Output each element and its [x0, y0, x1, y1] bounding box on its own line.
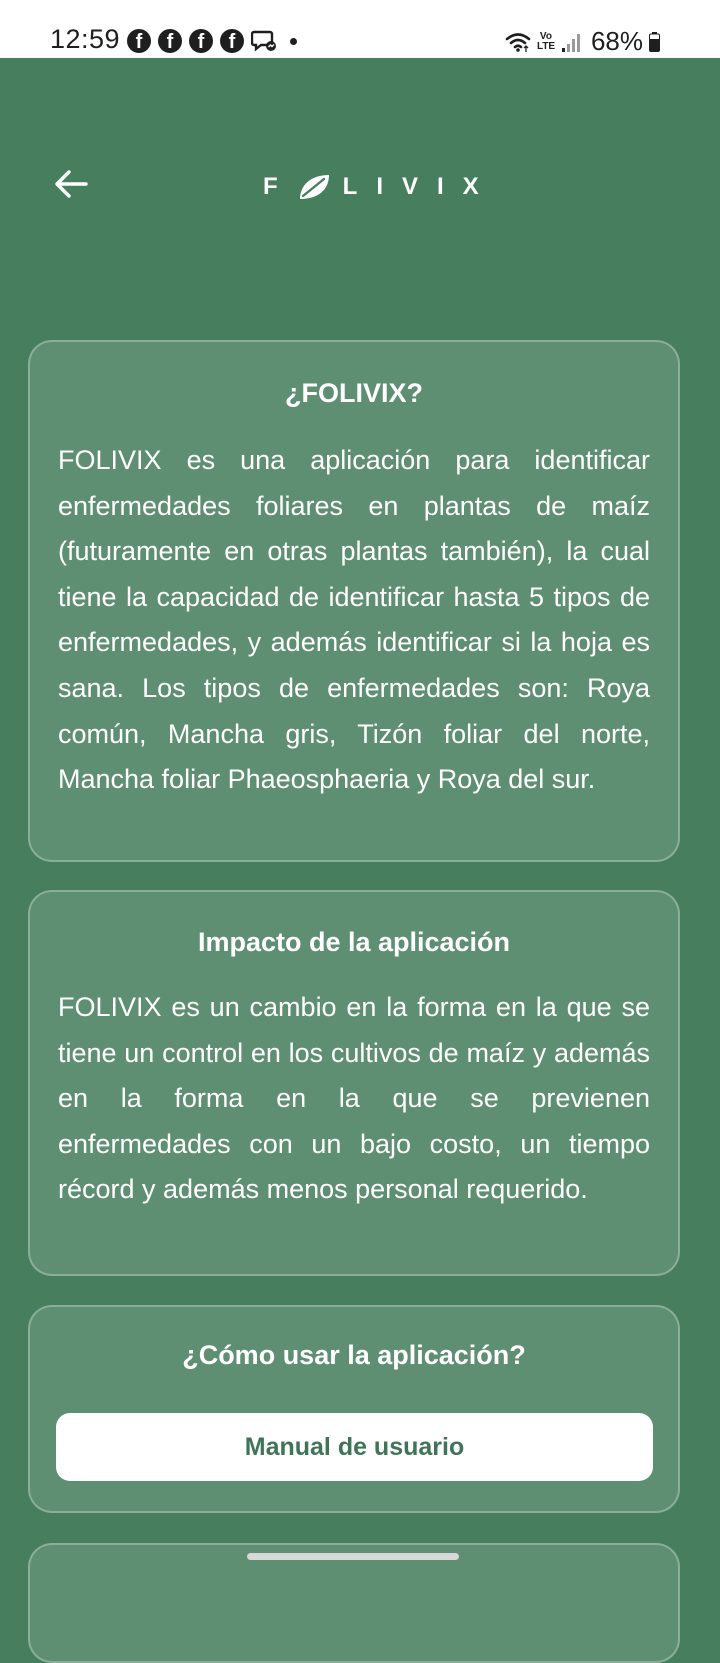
- messenger-icon: [251, 30, 276, 52]
- impact-card: Impacto de la aplicación FOLIVIX es un c…: [28, 890, 680, 1276]
- brand-logo-wordmark: LIVIX: [342, 173, 498, 200]
- status-bar: 12:59 f f f f Vo LTE 68%: [0, 0, 720, 58]
- gesture-navigation-bar[interactable]: [247, 1553, 459, 1560]
- volte-icon: Vo LTE: [536, 30, 556, 52]
- brand-logo-letter-f: F: [263, 173, 297, 200]
- status-time: 12:59: [50, 24, 121, 54]
- next-card: [28, 1543, 680, 1663]
- about-card-body: FOLIVIX es una aplicación para identific…: [58, 445, 650, 795]
- brand-logo: F LIVIX: [263, 170, 498, 204]
- leaf-icon: [299, 175, 329, 199]
- how-to-card: ¿Cómo usar la aplicación? Manual de usua…: [28, 1305, 680, 1513]
- more-notifications-dot: [290, 37, 297, 45]
- system-status-icons: Vo LTE 68%: [505, 26, 660, 57]
- signal-icon: [561, 33, 580, 52]
- user-manual-button[interactable]: Manual de usuario: [56, 1413, 653, 1481]
- facebook-icon: f: [127, 29, 151, 53]
- notification-icons: f f f f: [127, 29, 297, 53]
- facebook-icon: f: [189, 29, 213, 53]
- battery-icon: [649, 31, 660, 52]
- how-to-card-title: ¿Cómo usar la aplicación?: [182, 1340, 526, 1370]
- facebook-icon: f: [220, 29, 244, 53]
- battery-percentage: 68%: [590, 26, 643, 56]
- about-card: ¿FOLIVIX? FOLIVIX es una aplicación para…: [28, 340, 680, 862]
- impact-card-body: FOLIVIX es un cambio en la forma en la q…: [58, 992, 650, 1205]
- impact-card-title: Impacto de la aplicación: [197, 927, 511, 957]
- about-card-title: ¿FOLIVIX?: [285, 378, 423, 408]
- facebook-icon: f: [158, 29, 182, 53]
- back-arrow-icon[interactable]: [52, 165, 90, 203]
- wifi-icon: [505, 32, 531, 52]
